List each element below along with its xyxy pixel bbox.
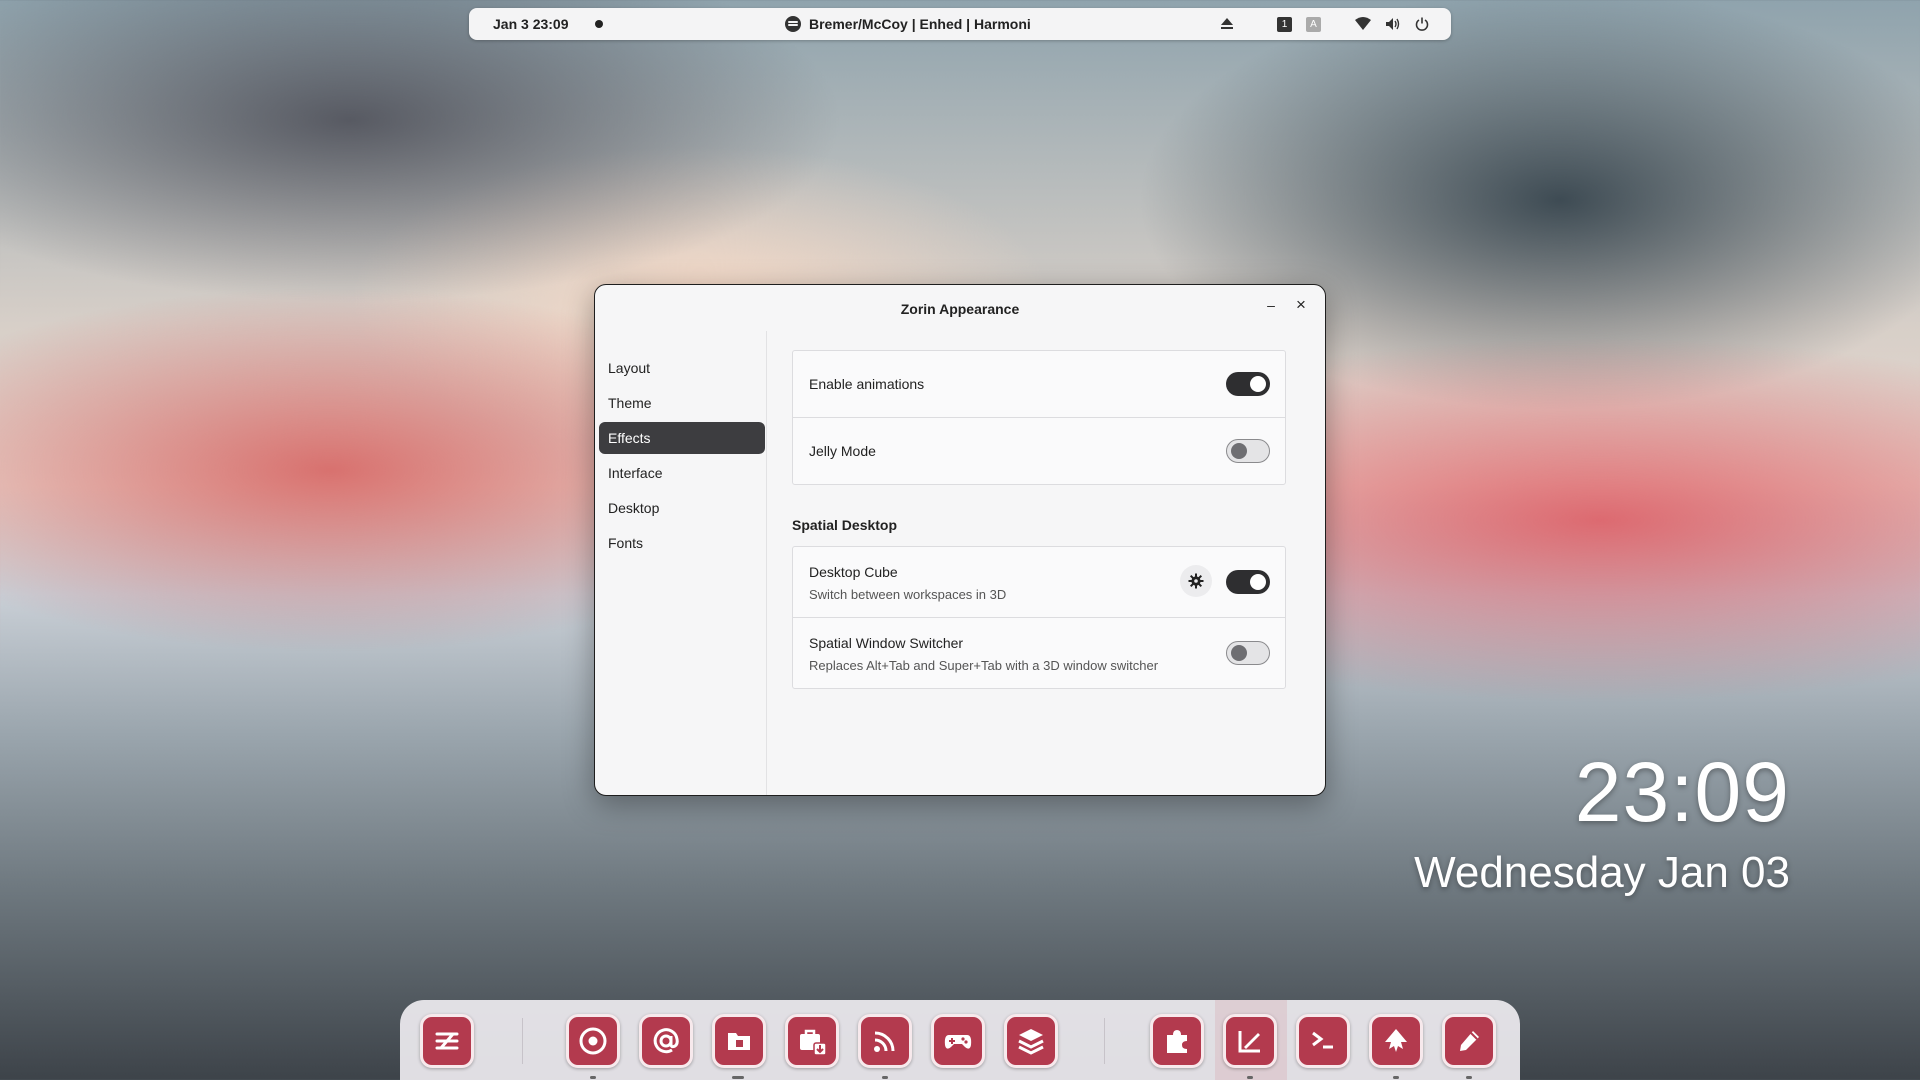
jelly-mode-toggle[interactable]	[1226, 439, 1270, 463]
animations-group: Enable animations Jelly Mode	[792, 350, 1286, 485]
running-indicator	[1393, 1076, 1399, 1079]
sidebar-item-desktop[interactable]: Desktop	[599, 492, 765, 524]
spatial-window-switcher-label: Spatial Window Switcher	[809, 635, 964, 651]
running-indicator	[1466, 1076, 1472, 1079]
media-indicator[interactable]: Bremer/McCoy | Enhed | Harmoni	[785, 16, 1031, 32]
spatial-window-switcher-description: Replaces Alt+Tab and Super+Tab with a 3D…	[809, 658, 1159, 673]
spatial-desktop-heading: Spatial Desktop	[792, 517, 898, 533]
top-bar-datetime[interactable]: Jan 3 23:09	[493, 16, 569, 32]
wifi-icon[interactable]	[1355, 17, 1371, 31]
desktop-cube-label: Desktop Cube	[809, 564, 898, 580]
running-indicator	[1247, 1076, 1253, 1079]
sidebar-item-interface[interactable]: Interface	[599, 457, 765, 489]
system-tray: 1 A	[1221, 16, 1429, 32]
spatial-desktop-group: Desktop Cube Switch between workspaces i…	[792, 546, 1286, 689]
drawing-icon[interactable]	[1223, 1014, 1277, 1068]
zorin-menu-icon[interactable]	[420, 1014, 474, 1068]
sidebar-item-fonts[interactable]: Fonts	[599, 527, 765, 559]
desktop-cube-row[interactable]: Desktop Cube Switch between workspaces i…	[793, 547, 1285, 618]
running-indicator	[882, 1076, 888, 1079]
inkscape-icon[interactable]	[1369, 1014, 1423, 1068]
zorin-appearance-window: Zorin Appearance – × Layout Theme Effect…	[594, 284, 1326, 796]
dock	[400, 1000, 1520, 1080]
spotify-icon	[785, 16, 801, 32]
desktop-clock-date: Wednesday Jan 03	[1414, 848, 1790, 897]
spatial-window-switcher-toggle[interactable]	[1226, 641, 1270, 665]
effects-panel: Enable animations Jelly Mode Spatial Des…	[767, 285, 1325, 795]
layers-icon[interactable]	[1004, 1014, 1058, 1068]
eject-icon[interactable]	[1221, 18, 1233, 30]
dock-separator	[1104, 1018, 1105, 1064]
files-icon[interactable]	[712, 1014, 766, 1068]
running-indicator	[732, 1076, 744, 1079]
dock-separator	[522, 1018, 523, 1064]
software-store-icon[interactable]	[785, 1014, 839, 1068]
top-bar: Jan 3 23:09 Bremer/McCoy | Enhed | Harmo…	[469, 8, 1451, 40]
sidebar-item-layout[interactable]: Layout	[599, 352, 765, 384]
chrome-icon[interactable]	[566, 1014, 620, 1068]
desktop-clock-time: 23:09	[1574, 745, 1790, 839]
color-picker-icon[interactable]	[1442, 1014, 1496, 1068]
notification-dot-icon	[595, 20, 603, 28]
desktop-cube-settings-button[interactable]	[1180, 565, 1212, 597]
running-indicator	[590, 1076, 596, 1079]
gear-icon	[1188, 573, 1204, 589]
terminal-icon[interactable]	[1296, 1014, 1350, 1068]
rss-reader-icon[interactable]	[858, 1014, 912, 1068]
jelly-mode-row[interactable]: Jelly Mode	[793, 418, 1285, 484]
extensions-icon[interactable]	[1150, 1014, 1204, 1068]
games-icon[interactable]	[931, 1014, 985, 1068]
power-icon[interactable]	[1415, 17, 1429, 31]
input-method-icon[interactable]: A	[1306, 16, 1321, 32]
sidebar: Layout Theme Effects Interface Desktop F…	[595, 331, 767, 795]
sidebar-item-effects[interactable]: Effects	[599, 422, 765, 454]
volume-icon[interactable]	[1385, 17, 1401, 31]
jelly-mode-label: Jelly Mode	[809, 443, 876, 459]
media-title: Bremer/McCoy | Enhed | Harmoni	[809, 16, 1031, 32]
enable-animations-row[interactable]: Enable animations	[793, 351, 1285, 418]
spatial-window-switcher-row[interactable]: Spatial Window Switcher Replaces Alt+Tab…	[793, 618, 1285, 688]
desktop-cube-toggle[interactable]	[1226, 570, 1270, 594]
desktop-cube-description: Switch between workspaces in 3D	[809, 587, 1007, 602]
keyboard-layout-icon[interactable]: 1	[1277, 16, 1292, 32]
enable-animations-label: Enable animations	[809, 376, 925, 392]
mail-icon[interactable]	[639, 1014, 693, 1068]
enable-animations-toggle[interactable]	[1226, 372, 1270, 396]
sidebar-item-theme[interactable]: Theme	[599, 387, 765, 419]
